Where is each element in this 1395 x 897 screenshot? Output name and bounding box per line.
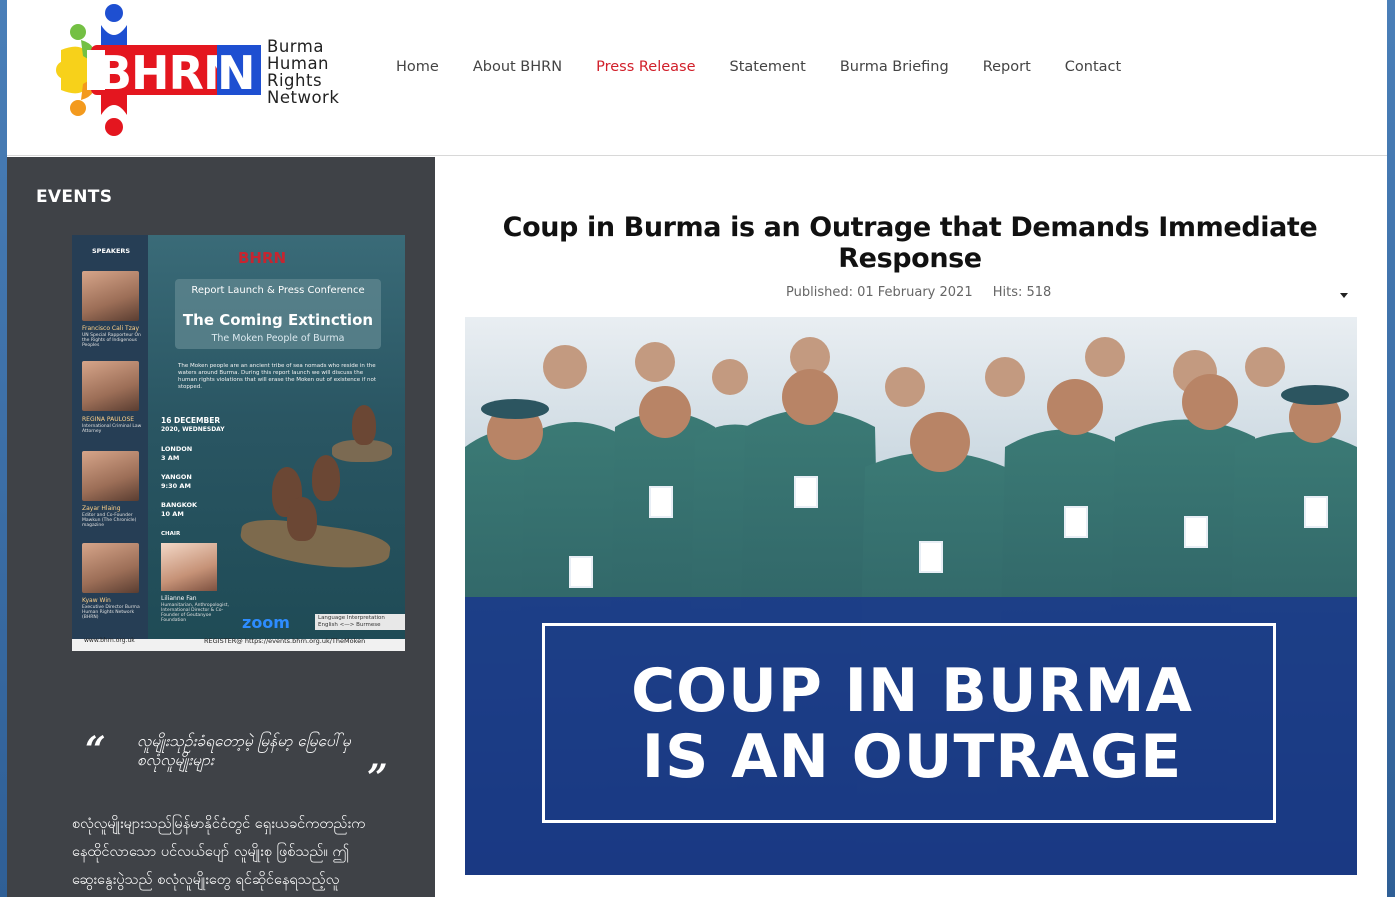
poster-speakers-label: SPEAKERS [92, 247, 131, 255]
bhrn-logo-icon: BHRN N [56, 4, 261, 136]
chair-photo [161, 543, 217, 591]
speaker-photo [82, 271, 139, 321]
poster-website: www.bhrn.org.uk [84, 637, 135, 644]
nav-contact[interactable]: Contact [1065, 59, 1121, 75]
speaker-name: REGINA PAULOSE [82, 416, 135, 423]
article-hero-image: COUP IN BURMA IS AN OUTRAGE [465, 317, 1357, 875]
poster-headline: The Coming Extinction [182, 311, 374, 329]
zoom-logo: zoom [242, 613, 290, 632]
speaker-role: Editor and Co-Founder Mawkun (The Chroni… [82, 513, 137, 528]
hero-headline-line: IS AN OUTRAGE [641, 722, 1183, 792]
poster-day: 2020, WEDNESDAY [161, 426, 225, 433]
logo-line: Network [267, 88, 340, 107]
poster-time-city: LONDON [161, 445, 193, 453]
hero-headline-box: COUP IN BURMA IS AN OUTRAGE [542, 623, 1276, 823]
nav-press-release[interactable]: Press Release [596, 59, 695, 75]
logo-line: Human [267, 54, 330, 73]
speaker-name: Francisco Cali Tzay [82, 325, 140, 332]
poster-person [287, 497, 317, 541]
page: BHRN N Burma Human Rights Network Home A… [7, 0, 1387, 897]
events-heading: EVENTS [36, 187, 113, 207]
poster-time-city: BANGKOK [161, 501, 198, 509]
published-date: Published: 01 February 2021 [786, 285, 973, 300]
chair-role: Humanitarian, Anthropologist, Internatio… [161, 603, 229, 623]
poster-time-city: YANGON [161, 473, 192, 481]
poster-report-line: Report Launch & Press Conference [191, 285, 365, 296]
logo-line: Burma [267, 37, 324, 56]
speaker-role: International Criminal Law Attorney [82, 424, 142, 434]
nav-home[interactable]: Home [396, 59, 439, 75]
poster-time: 10 AM [161, 510, 184, 518]
poster-register-link: REGISTER@ https://events.bhrn.org.uk/The… [204, 637, 366, 645]
nav-statement[interactable]: Statement [730, 59, 806, 75]
poster-person [312, 455, 340, 501]
main-nav: Home About BHRN Press Release Statement … [396, 59, 1155, 75]
speaker-role: UN Special Rapporteur On the Rights of I… [82, 333, 141, 348]
nav-about-bhrn[interactable]: About BHRN [473, 59, 562, 75]
poster-time: 3 AM [161, 454, 180, 462]
poster-title-box: Report Launch & Press Conference The Com… [175, 279, 381, 349]
article-main: Coup in Burma is an Outrage that Demands… [435, 157, 1387, 897]
site-header: BHRN N Burma Human Rights Network Home A… [7, 0, 1387, 156]
quote-close-mark: ” [367, 757, 388, 799]
events-sidebar: EVENTS SPEAKERS Francisco Cali Tzay UN S… [7, 157, 435, 897]
article-tools-dropdown-icon[interactable] [1340, 293, 1348, 298]
event-description: စလုံလူမျိုးများသည်မြန်မာနိုင်ငံတွင် ရှေး… [72, 816, 366, 888]
speaker-name: Zayar Hlaing [82, 505, 121, 512]
speaker-name: Kyaw Win [82, 597, 111, 604]
quote-open-mark: “ [85, 729, 106, 771]
hero-headline-line: COUP IN BURMA [631, 656, 1193, 726]
article-title: Coup in Burma is an Outrage that Demands… [502, 212, 1318, 274]
poster-person [352, 405, 376, 445]
chair-name: Lilianne Fan [161, 595, 197, 602]
poster-subheadline: The Moken People of Burma [211, 333, 345, 344]
speaker-photo [82, 451, 139, 501]
event-quote: လူမျိုးသုဉ်းခံရတော့မဲ့ မြန်မာ့ မြေပေါ်မှ… [137, 732, 351, 769]
speaker-photo [82, 543, 139, 593]
poster-logo: BHRN [238, 249, 287, 267]
speaker-photo [82, 361, 139, 411]
poster-date: 16 DECEMBER [161, 416, 221, 425]
poster-time: 9:30 AM [161, 482, 191, 490]
logo-line: Rights [267, 71, 323, 90]
hit-count: Hits: 518 [992, 285, 1052, 300]
svg-text:N: N [217, 46, 256, 100]
poster-language-note: Language Interpretation English <—> Burm… [315, 614, 405, 630]
nav-report[interactable]: Report [983, 59, 1031, 75]
speaker-role: Executive Director Burma Human Rights Ne… [82, 605, 140, 620]
article-meta: Published: 01 February 2021 Hits: 518 [786, 285, 1067, 300]
logo-wordmark: Burma Human Rights Network [267, 38, 339, 106]
event-poster[interactable]: SPEAKERS Francisco Cali Tzay UN Special … [72, 235, 405, 651]
poster-chair-label: CHAIR [161, 531, 181, 537]
site-logo[interactable]: BHRN N Burma Human Rights Network [41, 0, 371, 156]
poster-description: The Moken people are an ancient tribe of… [178, 363, 377, 390]
nav-burma-briefing[interactable]: Burma Briefing [840, 59, 949, 75]
